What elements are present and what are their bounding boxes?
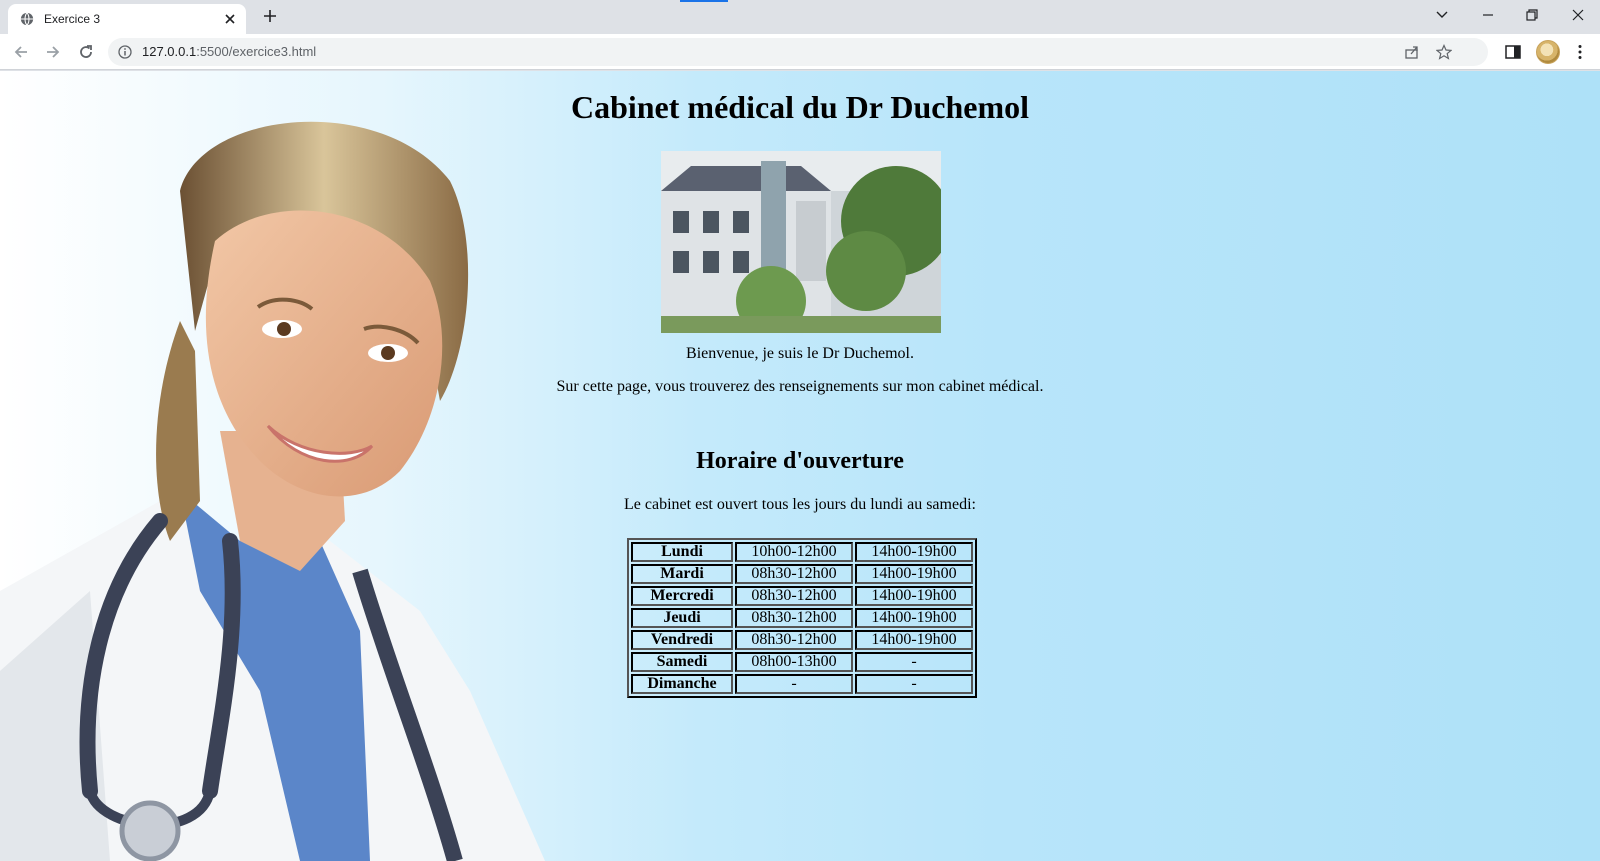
morning-cell: 10h00-12h00 bbox=[735, 542, 853, 562]
page-title: Cabinet médical du Dr Duchemol bbox=[570, 89, 1030, 125]
schedule-table: Lundi 10h00-12h00 14h00-19h00 Mardi 08h3… bbox=[627, 538, 977, 698]
star-icon[interactable] bbox=[1436, 44, 1452, 60]
afternoon-cell: 14h00-19h00 bbox=[855, 586, 973, 606]
address-bar[interactable]: 127.0.0.1:5500/exercice3.html bbox=[108, 38, 1488, 66]
tab-strip: Exercice 3 bbox=[0, 0, 1600, 34]
plus-icon[interactable] bbox=[262, 8, 278, 24]
afternoon-cell: 14h00-19h00 bbox=[855, 630, 973, 650]
afternoon-cell: 14h00-19h00 bbox=[855, 564, 973, 584]
table-row: Lundi 10h00-12h00 14h00-19h00 bbox=[631, 542, 973, 562]
forward-arrow-icon[interactable] bbox=[44, 43, 62, 61]
building-photo bbox=[661, 151, 941, 333]
intro-text: Sur cette page, vous trouverez des rense… bbox=[556, 378, 1044, 395]
afternoon-cell: 14h00-19h00 bbox=[855, 542, 973, 562]
side-panel-icon[interactable] bbox=[1504, 43, 1522, 61]
hours-heading: Horaire d'ouverture bbox=[696, 448, 904, 474]
day-cell: Dimanche bbox=[631, 674, 733, 694]
browser-toolbar: 127.0.0.1:5500/exercice3.html bbox=[0, 34, 1600, 70]
table-row: Mercredi 08h30-12h00 14h00-19h00 bbox=[631, 586, 973, 606]
globe-icon bbox=[20, 12, 34, 26]
share-icon[interactable] bbox=[1404, 44, 1420, 60]
morning-cell: 08h00-13h00 bbox=[735, 652, 853, 672]
close-icon[interactable] bbox=[222, 11, 238, 27]
morning-cell: 08h30-12h00 bbox=[735, 630, 853, 650]
menu-dots-icon[interactable] bbox=[1571, 43, 1589, 61]
morning-cell: 08h30-12h00 bbox=[735, 608, 853, 628]
table-row: Samedi 08h00-13h00 - bbox=[631, 652, 973, 672]
minimize-icon[interactable] bbox=[1478, 6, 1498, 24]
back-arrow-icon[interactable] bbox=[12, 43, 30, 61]
welcome-text: Bienvenue, je suis le Dr Duchemol. bbox=[686, 345, 914, 362]
profile-avatar[interactable] bbox=[1536, 40, 1560, 64]
tab-exercice3[interactable]: Exercice 3 bbox=[8, 4, 246, 34]
reload-icon[interactable] bbox=[77, 43, 95, 61]
chevron-down-icon[interactable] bbox=[1432, 6, 1452, 24]
url-text: 127.0.0.1:5500/exercice3.html bbox=[142, 44, 316, 59]
tab-search-indicator bbox=[680, 0, 728, 2]
table-row: Mardi 08h30-12h00 14h00-19h00 bbox=[631, 564, 973, 584]
day-cell: Lundi bbox=[631, 542, 733, 562]
day-cell: Jeudi bbox=[631, 608, 733, 628]
info-icon[interactable] bbox=[118, 45, 132, 59]
afternoon-cell: - bbox=[855, 674, 973, 694]
table-row: Jeudi 08h30-12h00 14h00-19h00 bbox=[631, 608, 973, 628]
morning-cell: 08h30-12h00 bbox=[735, 564, 853, 584]
day-cell: Vendredi bbox=[631, 630, 733, 650]
day-cell: Mardi bbox=[631, 564, 733, 584]
url-path: :5500/exercice3.html bbox=[196, 44, 317, 59]
table-row: Vendredi 08h30-12h00 14h00-19h00 bbox=[631, 630, 973, 650]
morning-cell: - bbox=[735, 674, 853, 694]
tab-title: Exercice 3 bbox=[44, 12, 101, 26]
page-viewport: Cabinet médical du Dr Duchemol Bienvenue… bbox=[0, 71, 1600, 861]
day-cell: Mercredi bbox=[631, 586, 733, 606]
day-cell: Samedi bbox=[631, 652, 733, 672]
hours-intro-text: Le cabinet est ouvert tous les jours du … bbox=[624, 496, 976, 513]
table-row: Dimanche - - bbox=[631, 674, 973, 694]
window-close-icon[interactable] bbox=[1568, 6, 1588, 24]
restore-icon[interactable] bbox=[1522, 6, 1542, 24]
url-host: 127.0.0.1 bbox=[142, 44, 197, 59]
afternoon-cell: 14h00-19h00 bbox=[855, 608, 973, 628]
afternoon-cell: - bbox=[855, 652, 973, 672]
morning-cell: 08h30-12h00 bbox=[735, 586, 853, 606]
